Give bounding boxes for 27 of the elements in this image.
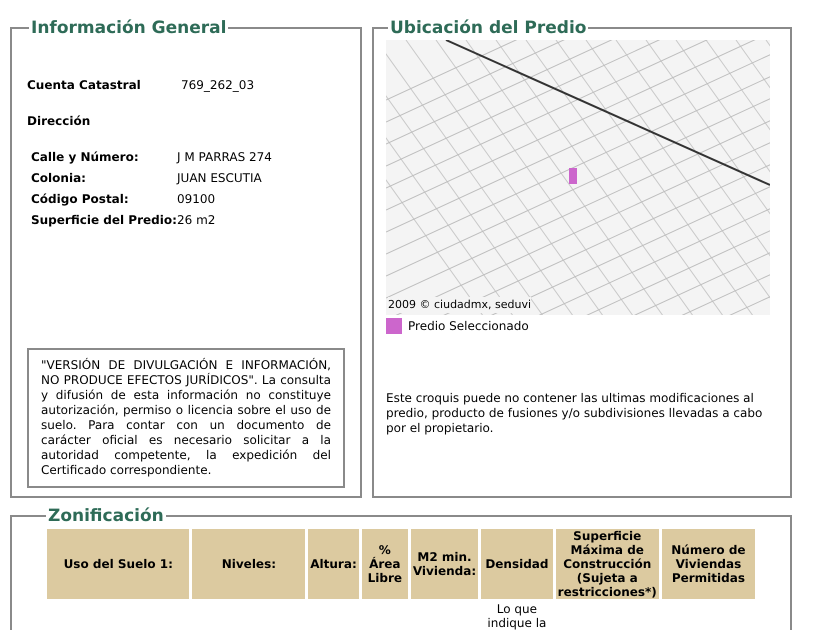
column-header: Densidad bbox=[481, 529, 553, 599]
field-value: J M PARRAS 274 bbox=[177, 149, 272, 166]
column-header: Uso del Suelo 1: bbox=[47, 529, 190, 599]
field-label: Calle y Número: bbox=[31, 149, 140, 166]
legend-label: Predio Seleccionado bbox=[408, 318, 529, 335]
field-value: 26 m2 bbox=[177, 212, 216, 229]
section-title: Información General bbox=[30, 18, 228, 38]
map-note: Este croquis puede no contener las ultimas modificaciones al predio, producto de fusiones y/o subdivisiones llevadas a cabo por el propietario. bbox=[386, 391, 764, 436]
column-header: Superficie Máxima de Construcción (Sujeta a restricciones*) bbox=[556, 529, 659, 599]
column-header: M2 min. Vivienda: bbox=[410, 529, 478, 599]
column-header: % Área Libre bbox=[362, 529, 408, 599]
field-label: Cuenta Catastral bbox=[27, 77, 142, 94]
field-value: 09100 bbox=[177, 191, 216, 208]
map-credit: 2009 © ciudadmx, seduvi bbox=[388, 296, 532, 313]
field-label: Colonia: bbox=[31, 170, 87, 187]
column-header: Niveles: bbox=[192, 529, 306, 599]
section-title: Zonificación bbox=[47, 506, 165, 526]
field-label: Código Postal: bbox=[31, 191, 130, 208]
column-header: Número de Viviendas Permitidas bbox=[662, 529, 755, 599]
field-value: JUAN ESCUTIA bbox=[177, 170, 262, 187]
column-header: Altura: bbox=[308, 529, 359, 599]
field-value: 769_262_03 bbox=[181, 77, 254, 94]
section-title: Ubicación del Predio bbox=[389, 18, 588, 38]
disclaimer-text: "VERSIÓN DE DIVULGACIÓN E INFORMACIÓN, NO PRODUCE EFECTOS JURÍDICOS". La consulta y difusión de esta información no constituye autorización, permiso o licencia sobre el uso de suelo. Para contar con un documento de carácter oficial es necesario solicitar a la autoridad competente, la expedición del Certificado correspondiente. bbox=[41, 358, 331, 478]
field-label: Dirección bbox=[27, 114, 90, 128]
table-cell: Lo que indique la bbox=[487, 602, 546, 630]
field-label: Superficie del Predio: bbox=[31, 212, 177, 229]
